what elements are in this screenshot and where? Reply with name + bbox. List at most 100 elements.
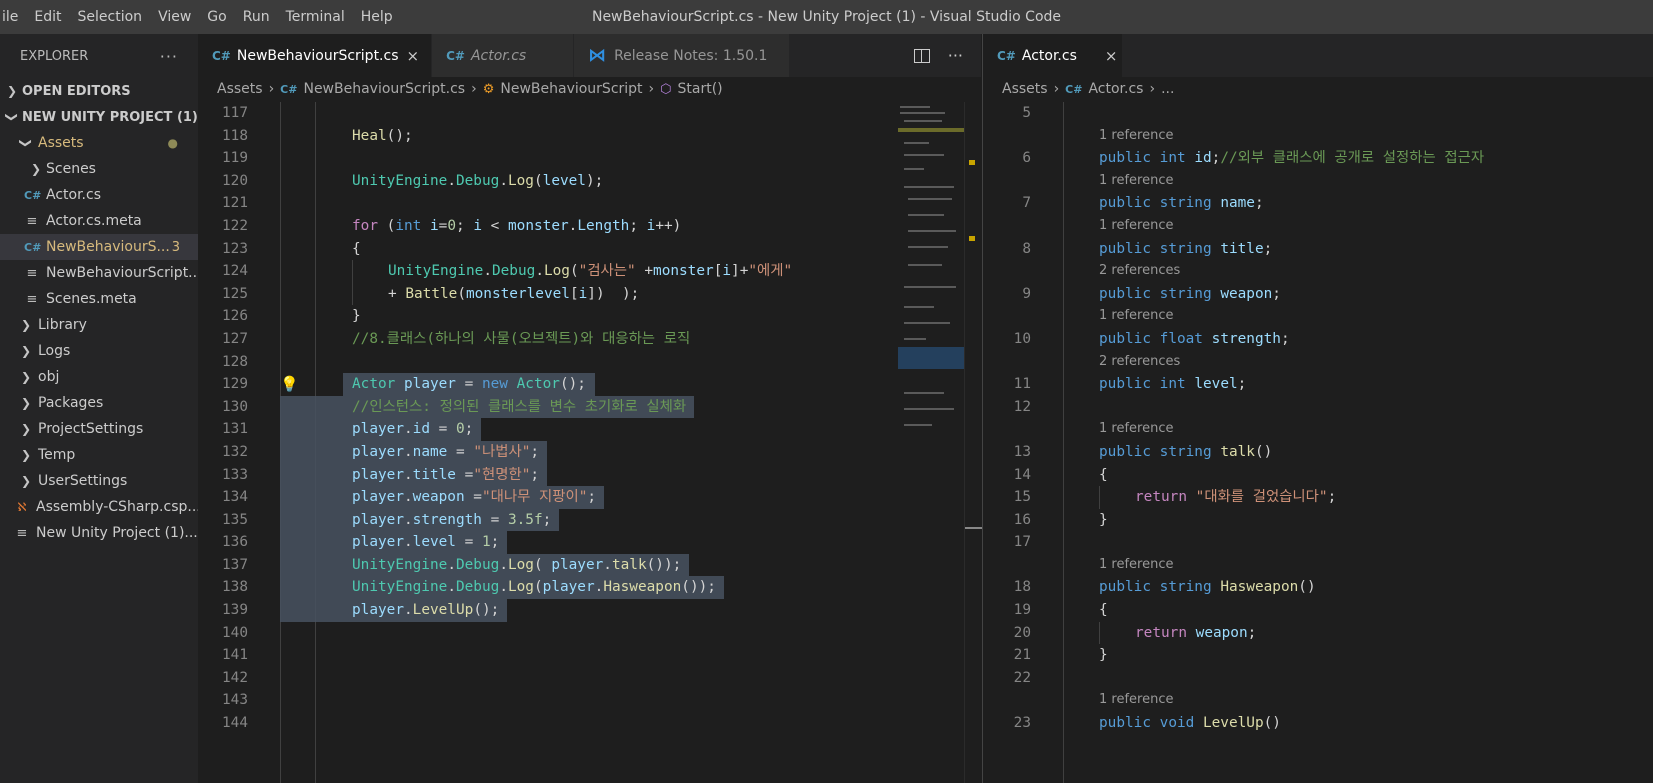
token: player (542, 579, 595, 596)
codelens-references[interactable]: 1 reference (983, 215, 1653, 238)
codelens-text[interactable]: 1 reference (1099, 689, 1173, 712)
folder-obj[interactable]: ❯ obj (0, 364, 198, 390)
codelens-references[interactable]: 1 reference (983, 125, 1653, 148)
breadcrumb-item[interactable]: NewBehaviourScript.cs (303, 81, 465, 97)
breadcrumb-item[interactable]: Assets (1002, 81, 1048, 97)
menu-file[interactable]: ile (0, 0, 26, 34)
token: player (352, 443, 404, 460)
codelens-references[interactable]: 1 reference (983, 170, 1653, 193)
breadcrumb-item[interactable]: NewBehaviourScript (500, 81, 642, 97)
codelens-text[interactable]: 1 reference (1099, 305, 1173, 328)
breadcrumb-item[interactable]: Assets (217, 81, 263, 97)
line-number: 141 (222, 647, 248, 664)
file-scenes-meta[interactable]: ≡ Scenes.meta (0, 286, 198, 312)
code-editor[interactable]: 5 1 reference 6 public int id;//외부 클래스에 공… (983, 102, 1653, 783)
codelens-text[interactable]: 2 references (1099, 260, 1180, 283)
file-assembly-csproj[interactable]: ℵ Assembly-CSharp.csp... (0, 494, 198, 520)
folder-usersettings[interactable]: ❯ UserSettings (0, 468, 198, 494)
code-text: for (int i=0; i < monster.Length; i++) (352, 215, 681, 238)
line-number: 129 (222, 376, 248, 393)
folder-packages[interactable]: ❯ Packages (0, 390, 198, 416)
codelens-references[interactable]: 1 reference (983, 689, 1653, 712)
file-label: Assembly-CSharp.csp... (36, 499, 198, 515)
folder-logs[interactable]: ❯ Logs (0, 338, 198, 364)
breadcrumb-item[interactable]: Start() (678, 81, 723, 97)
codelens-references[interactable]: 1 reference (983, 305, 1653, 328)
token: ( (533, 556, 552, 573)
codelens-references[interactable]: 2 references (983, 351, 1653, 374)
open-editors-section[interactable]: ❯ OPEN EDITORS (0, 78, 198, 104)
codelens-text[interactable]: 1 reference (1099, 125, 1173, 148)
folder-assets[interactable]: ❯ Assets ● (0, 130, 198, 156)
split-editor-icon[interactable] (913, 48, 930, 63)
line-number: 20 (1013, 624, 1031, 641)
code-line: 132 player.name = "나법사"; (198, 440, 890, 464)
minimap-line (900, 112, 945, 114)
menu-run[interactable]: Run (235, 0, 278, 34)
menu-go[interactable]: Go (199, 0, 234, 34)
line-number: 132 (222, 443, 248, 460)
file-solution[interactable]: ≡ New Unity Project (1).... (0, 520, 198, 546)
minimap[interactable] (890, 102, 964, 783)
codelens-text[interactable]: 1 reference (1099, 170, 1173, 193)
folder-temp[interactable]: ❯ Temp (0, 442, 198, 468)
close-icon[interactable]: × (1105, 47, 1118, 65)
menu-help[interactable]: Help (353, 0, 401, 34)
token: ( (457, 285, 466, 302)
codelens-text[interactable]: 1 reference (1099, 554, 1173, 577)
token: weapon (1220, 285, 1273, 302)
code-editor[interactable]: 117 118 Heal(); 119 120 UnityEngine.Debug.… (198, 102, 890, 783)
codelens-references[interactable]: 1 reference (983, 418, 1653, 441)
folder-projectsettings[interactable]: ❯ ProjectSettings (0, 416, 198, 442)
close-icon[interactable]: × (407, 47, 420, 65)
code-line: 138 UnityEngine.Debug.Log(player.Hasweapo… (198, 576, 890, 600)
more-actions-icon[interactable]: ··· (160, 47, 178, 66)
menu-terminal[interactable]: Terminal (278, 0, 353, 34)
csharp-icon: C# (997, 48, 1016, 63)
token: int (1159, 376, 1186, 393)
code-line: 13 public string talk() (983, 441, 1653, 464)
codelens-references[interactable]: 2 references (983, 260, 1653, 283)
editor-group-1: C# NewBehaviourScript.cs × C# Actor.cs ⋈… (198, 34, 982, 783)
tab-actor[interactable]: C# Actor.cs × (983, 34, 1123, 77)
token: [ (569, 285, 579, 302)
token: string (1159, 240, 1212, 257)
lightbulb-icon[interactable]: 💡 (280, 373, 299, 396)
vertical-scrollbar[interactable] (964, 102, 982, 783)
folder-label: Assets (38, 135, 84, 151)
folder-library[interactable]: ❯ Library (0, 312, 198, 338)
line-number: 21 (1013, 647, 1031, 664)
tab-newbehaviourscript[interactable]: C# NewBehaviourScript.cs × (198, 34, 433, 77)
token: 1 (481, 534, 491, 551)
token: ; (1272, 285, 1281, 302)
token: ( (533, 579, 543, 596)
codelens-text[interactable]: 2 references (1099, 351, 1180, 374)
vscode-icon: ⋈ (588, 45, 607, 66)
tab-release-notes[interactable]: ⋈ Release Notes: 1.50.1 (574, 34, 791, 77)
file-actor-meta[interactable]: ≡ Actor.cs.meta (0, 208, 198, 234)
file-newbehaviourscript-cs[interactable]: C# NewBehaviourS... 3 (0, 234, 198, 260)
codelens-references[interactable]: 1 reference (983, 554, 1653, 577)
tab-actor[interactable]: C# Actor.cs (432, 34, 575, 77)
breadcrumb-item[interactable]: Actor.cs (1088, 81, 1143, 97)
token: ; (1280, 330, 1290, 347)
scroll-position-indicator (965, 527, 982, 529)
code-text: public string title; (1099, 238, 1272, 261)
minimap-line (904, 120, 942, 122)
file-actor-cs[interactable]: C# Actor.cs (0, 182, 198, 208)
file-newbehaviourscript-meta[interactable]: ≡ NewBehaviourScript.... (0, 260, 198, 286)
menu-selection[interactable]: Selection (70, 0, 151, 34)
menu-edit[interactable]: Edit (26, 0, 69, 34)
token: monsterlevel (465, 285, 570, 302)
codelens-text[interactable]: 1 reference (1099, 215, 1173, 238)
tab-label: Actor.cs (1021, 47, 1077, 64)
menu-view[interactable]: View (150, 0, 199, 34)
codelens-text[interactable]: 1 reference (1099, 418, 1173, 441)
breadcrumb-item[interactable]: ... (1161, 81, 1174, 97)
project-section[interactable]: ❯ NEW UNITY PROJECT (1) (0, 104, 198, 130)
code-text: + Battle(monsterlevel[i]) ); (388, 283, 639, 306)
more-actions-icon[interactable]: ··· (948, 46, 963, 65)
code-line: 127 //8.클래스(하나의 사물(오브젝트)와 대응하는 로직 (198, 328, 890, 351)
token: Log (507, 172, 534, 189)
folder-scenes[interactable]: ❯ Scenes (0, 156, 198, 182)
